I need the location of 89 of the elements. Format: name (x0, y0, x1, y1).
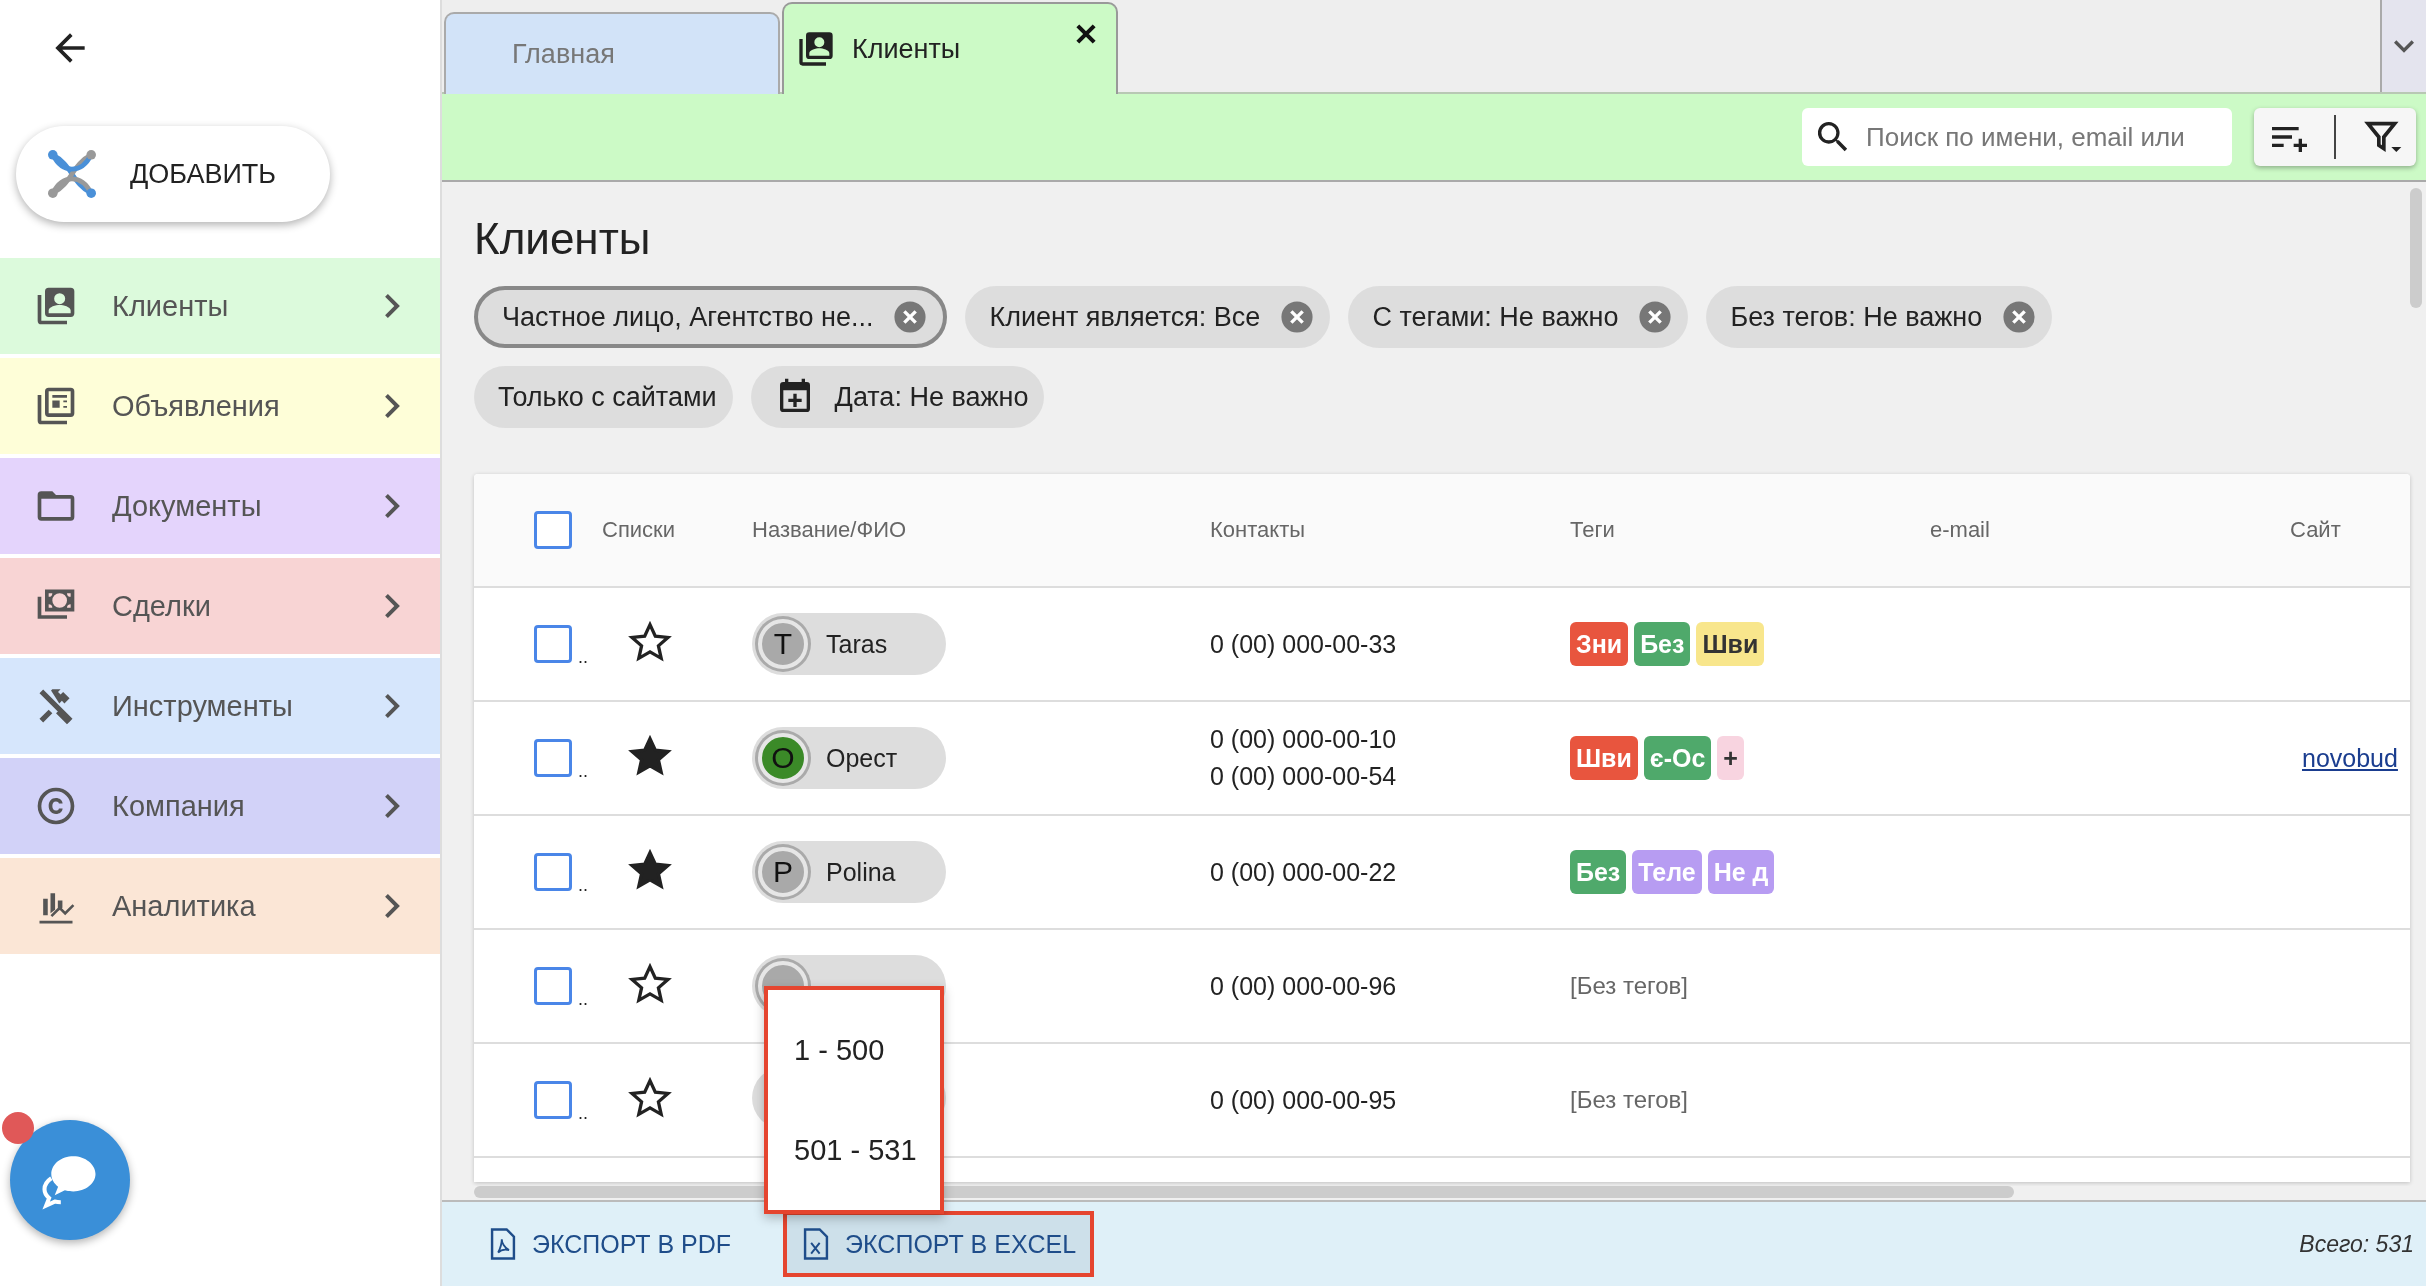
chevron-right-icon (385, 294, 400, 318)
contacts-icon (796, 29, 836, 69)
tag: Теле (1632, 850, 1702, 894)
sidebar-label: Документы (112, 489, 263, 523)
no-tags-text: [Без тегов] (1570, 972, 1688, 1000)
row-checkbox[interactable] (534, 739, 572, 777)
column-header[interactable]: Теги (1570, 517, 1930, 543)
tag: Не д (1707, 850, 1775, 894)
tag: Без (1570, 850, 1627, 894)
total-count: Всего: 531 (2299, 1230, 2414, 1258)
row-checkbox[interactable] (534, 1081, 572, 1119)
client-chip[interactable]: T Taras (752, 613, 946, 675)
filter-chip[interactable]: Клиент является: Все (965, 286, 1331, 348)
phone-cell-text: 0 (00) 000-00-96 (1210, 971, 1398, 1001)
sidebar-label: Сделки (112, 589, 212, 623)
lists-marker: .. (578, 651, 588, 663)
tag: Шви (1570, 736, 1638, 780)
sidebar-item[interactable]: Инструменты (0, 658, 440, 754)
tag: є-Ос (1643, 736, 1712, 780)
chevron-right-icon (385, 694, 400, 718)
sidebar-label: Инструменты (112, 689, 294, 723)
filter-chip[interactable]: С тегами: Не важно (1348, 286, 1689, 348)
chevron-right-icon (385, 894, 400, 918)
column-header[interactable]: Контакты (1210, 517, 1570, 543)
tag: Зни (1570, 622, 1629, 666)
avatar: T (758, 619, 808, 669)
star-icon[interactable] (628, 1076, 672, 1120)
row-checkbox[interactable] (534, 853, 572, 891)
row-checkbox[interactable] (534, 967, 572, 1005)
filter-chip[interactable]: Без тегов: Не важно (1706, 286, 2053, 348)
sidebar-item[interactable]: Сделки (0, 558, 440, 654)
search-field[interactable]: Поиск по имени, email или (1802, 108, 2232, 166)
column-header[interactable]: Сайт (2290, 517, 2410, 543)
client-chip[interactable]: P Polina (752, 841, 946, 903)
phone-cell-text: 0 (00) 000-00-10 (1210, 725, 1398, 754)
tag: + (1717, 736, 1744, 780)
star-icon[interactable] (628, 962, 672, 1006)
column-header[interactable]: e-mail (1930, 517, 2290, 543)
column-header[interactable]: Название/ФИО (752, 517, 1210, 543)
star-icon[interactable] (628, 620, 672, 664)
filter-chip[interactable]: Дата: Не важно (750, 366, 1045, 428)
chevron-right-icon (385, 594, 400, 618)
lists-marker: .. (578, 1107, 588, 1119)
chevron-right-icon (385, 494, 400, 518)
vertical-scrollbar[interactable] (2410, 188, 2422, 308)
add-button[interactable]: ДОБАВИТЬ (16, 126, 330, 222)
star-icon[interactable] (628, 734, 672, 778)
phone-cell-text: 0 (00) 000-00-54 (1210, 762, 1398, 791)
chevron-right-icon (385, 794, 400, 818)
tag: Без (1634, 622, 1691, 666)
sidebar-item[interactable]: Клиенты (0, 258, 440, 354)
phone-cell-text: 0 (00) 000-00-95 (1210, 1085, 1398, 1115)
chat-button[interactable] (10, 1120, 130, 1240)
page-title: Клиенты (474, 214, 652, 264)
sidebar-label: Компания (112, 789, 246, 823)
sidebar-item[interactable]: Компания (0, 758, 440, 854)
sidebar-label: Аналитика (112, 889, 257, 923)
pdf-file-icon (488, 1227, 518, 1261)
sidebar-label: Клиенты (112, 289, 230, 323)
sidebar-item[interactable]: Аналитика (0, 858, 440, 954)
sidebar-item[interactable]: Объявления (0, 358, 440, 454)
search-icon (1818, 122, 1848, 152)
sidebar-label: Объявления (112, 389, 281, 423)
no-tags-text: [Без тегов] (1570, 1086, 1688, 1114)
star-icon[interactable] (628, 848, 672, 892)
lists-marker: .. (578, 993, 588, 1005)
notification-dot (2, 1112, 34, 1144)
lists-marker: .. (578, 765, 588, 777)
filter-chip[interactable]: Только с сайтами (474, 366, 733, 428)
export-button[interactable]: ЭКСПОРТ В EXCEL (783, 1211, 1095, 1277)
export-button[interactable]: ЭКСПОРТ В PDF (470, 1211, 750, 1277)
select-all-checkbox[interactable] (534, 511, 572, 549)
column-header[interactable]: Списки (600, 517, 752, 543)
row-checkbox[interactable] (534, 625, 572, 663)
filter-chip[interactable]: Частное лицо, Агентство не... (474, 286, 948, 348)
tag: Шви (1696, 622, 1765, 666)
site-link[interactable]: novobud (2302, 743, 2398, 772)
menu-item[interactable]: 1 - 500 (768, 1033, 940, 1067)
chevron-right-icon (385, 394, 400, 418)
avatar: P (758, 847, 808, 897)
sidebar-item[interactable]: Документы (0, 458, 440, 554)
menu-item[interactable]: 501 - 531 (768, 1133, 940, 1167)
lists-marker: .. (578, 879, 588, 891)
phone-cell-text: 0 (00) 000-00-22 (1210, 857, 1398, 887)
client-chip[interactable]: О Орест (752, 727, 946, 789)
avatar: О (758, 733, 808, 783)
caret-icon (2394, 39, 2414, 53)
phone-cell-text: 0 (00) 000-00-33 (1210, 629, 1398, 659)
tab[interactable]: Клиенты (782, 2, 1118, 94)
